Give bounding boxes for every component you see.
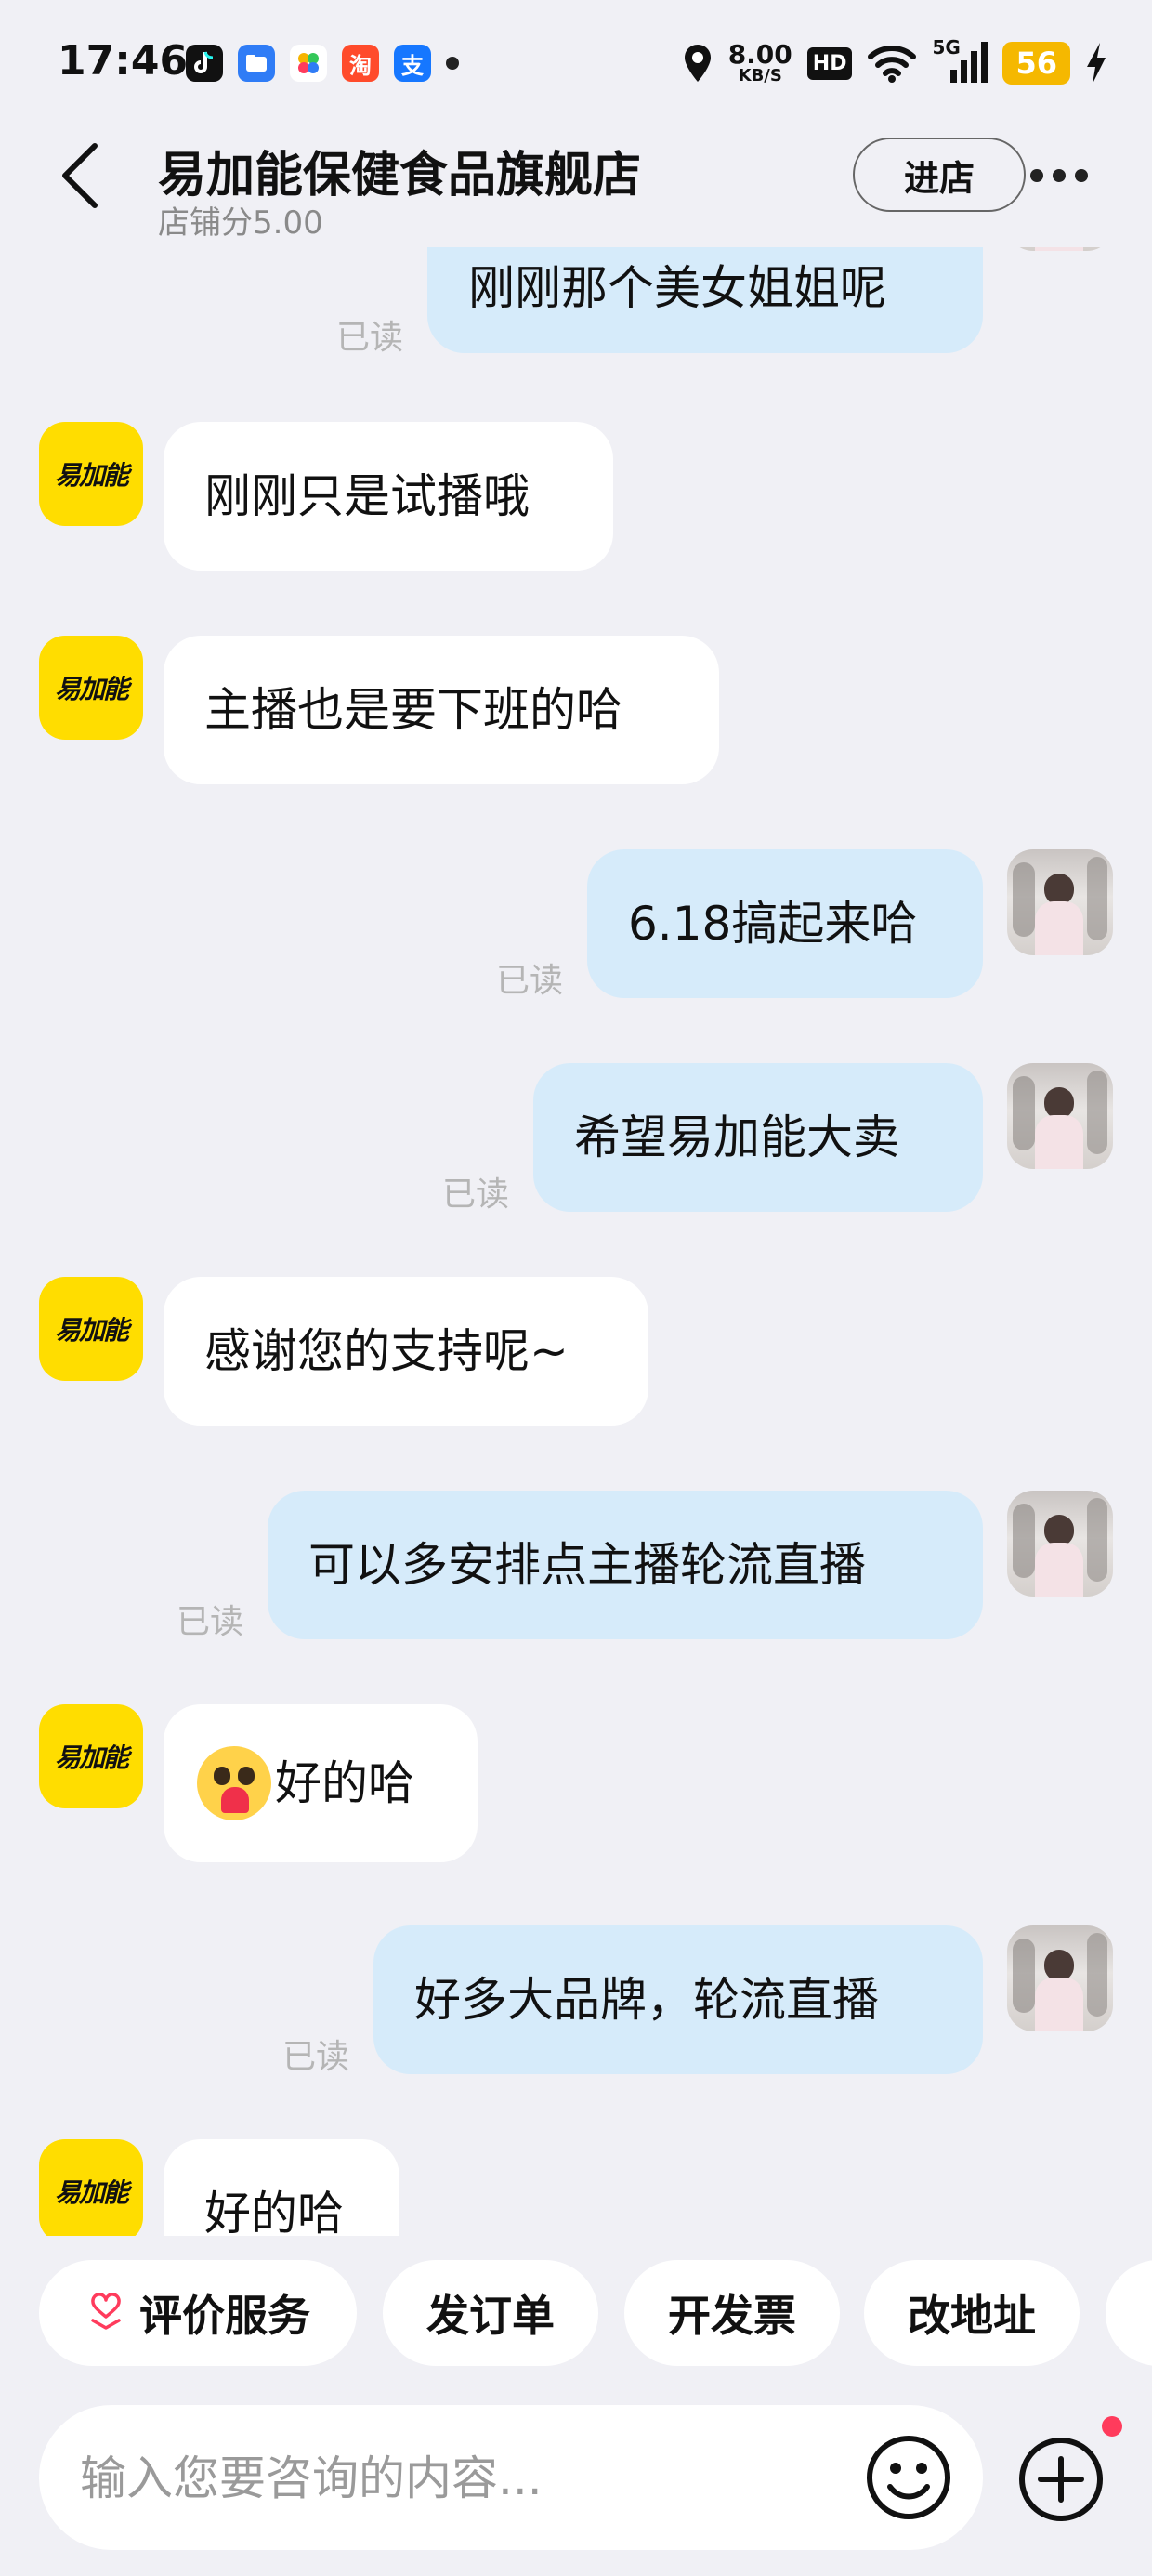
chat-message-list[interactable]: 刚刚那个美女姐姐呢 已读 易加能 刚刚只是试播哦 易加能 主播也是要下班的哈 6… bbox=[0, 247, 1152, 2236]
status-time: 17:46 bbox=[58, 37, 189, 85]
status-bar: 17:46 淘 支 8.00 KB/S HD 5G 56 bbox=[0, 0, 1152, 138]
message-text: 希望易加能大卖 bbox=[574, 1111, 899, 1164]
message-input-container bbox=[39, 2405, 983, 2552]
visit-store-button[interactable]: 进店 bbox=[853, 138, 1026, 212]
cellular-signal-icon: 5G bbox=[932, 36, 988, 85]
plus-circle-icon bbox=[1019, 2438, 1103, 2521]
message-text: 好多大品牌，轮流直播 bbox=[414, 1973, 879, 2027]
message-bubble-outgoing[interactable]: 希望易加能大卖 bbox=[533, 1063, 983, 1212]
more-features-button[interactable] bbox=[1016, 2435, 1106, 2524]
user-avatar[interactable] bbox=[1007, 1491, 1113, 1597]
tiktok-icon bbox=[186, 45, 223, 82]
send-order-button[interactable]: 发订单 bbox=[383, 2260, 598, 2366]
change-address-button[interactable]: 改地址 bbox=[864, 2260, 1080, 2366]
user-avatar[interactable] bbox=[1007, 849, 1113, 955]
more-notifications-dot bbox=[446, 57, 459, 70]
status-indicators: 8.00 KB/S HD 5G 56 bbox=[682, 36, 1107, 89]
chevron-left-icon bbox=[62, 143, 98, 208]
hd-badge: HD bbox=[806, 46, 853, 80]
shop-avatar[interactable]: 易加能 bbox=[39, 1277, 143, 1381]
shop-avatar[interactable]: 易加能 bbox=[39, 2139, 143, 2236]
message-text: 好的哈 bbox=[275, 1756, 414, 1810]
back-button[interactable] bbox=[59, 134, 115, 217]
notification-dot bbox=[1102, 2416, 1122, 2437]
rate-service-label: 评价服务 bbox=[139, 2291, 310, 2341]
more-options-button[interactable] bbox=[1022, 152, 1096, 199]
message-input[interactable] bbox=[78, 2405, 862, 2552]
user-avatar[interactable] bbox=[1007, 1925, 1113, 2031]
shop-avatar[interactable]: 易加能 bbox=[39, 422, 143, 526]
heart-eyes-emoji-icon bbox=[197, 1746, 271, 1820]
more-quick-action-button[interactable] bbox=[1106, 2260, 1152, 2366]
message-bubble-incoming[interactable]: 好的哈 bbox=[164, 1704, 478, 1862]
shop-name[interactable]: 易加能保健食品旗舰店 bbox=[158, 136, 641, 205]
quick-actions-bar[interactable]: 评价服务 发订单 开发票 改地址 bbox=[0, 2260, 1152, 2368]
message-text: 可以多安排点主播轮流直播 bbox=[308, 1538, 866, 1592]
invoice-button[interactable]: 开发票 bbox=[624, 2260, 840, 2366]
message-bubble-incoming[interactable]: 刚刚只是试播哦 bbox=[164, 422, 613, 571]
taobao-icon: 淘 bbox=[342, 45, 379, 82]
message-bubble-incoming[interactable]: 主播也是要下班的哈 bbox=[164, 636, 719, 784]
shop-avatar[interactable]: 易加能 bbox=[39, 1704, 143, 1808]
user-avatar[interactable] bbox=[1007, 247, 1113, 251]
message-bubble-outgoing[interactable]: 6.18搞起来哈 bbox=[587, 849, 983, 998]
chat-header: 易加能保健食品旗舰店 店铺分5.00 进店 bbox=[0, 130, 1152, 247]
shop-avatar[interactable]: 易加能 bbox=[39, 636, 143, 740]
charging-icon bbox=[1087, 43, 1106, 84]
message-text: 好的哈 bbox=[204, 2187, 344, 2236]
notification-app-icons: 淘 支 bbox=[186, 45, 459, 82]
wifi-icon bbox=[868, 46, 917, 83]
smiley-icon bbox=[867, 2436, 950, 2519]
heart-hand-icon bbox=[91, 2293, 121, 2330]
message-text: 6.18搞起来哈 bbox=[628, 897, 918, 951]
message-text: 感谢您的支持呢~ bbox=[204, 1324, 569, 1378]
alipay-icon: 支 bbox=[394, 45, 431, 82]
read-receipt: 已读 bbox=[336, 319, 404, 357]
message-bubble-outgoing[interactable]: 可以多安排点主播轮流直播 bbox=[268, 1491, 983, 1639]
message-text: 刚刚只是试播哦 bbox=[204, 469, 530, 523]
battery-level: 56 bbox=[1002, 42, 1070, 85]
read-receipt: 已读 bbox=[282, 2038, 350, 2076]
message-bubble-incoming[interactable]: 好的哈 bbox=[164, 2139, 399, 2236]
message-text: 主播也是要下班的哈 bbox=[204, 683, 622, 737]
user-avatar[interactable] bbox=[1007, 1063, 1113, 1169]
read-receipt: 已读 bbox=[496, 962, 564, 1000]
rate-service-button[interactable]: 评价服务 bbox=[39, 2260, 357, 2366]
message-bubble-outgoing[interactable]: 好多大品牌，轮流直播 bbox=[373, 1925, 983, 2074]
read-receipt: 已读 bbox=[177, 1603, 244, 1641]
more-dot-icon bbox=[1030, 169, 1043, 182]
message-bubble-incoming[interactable]: 感谢您的支持呢~ bbox=[164, 1277, 648, 1426]
read-receipt: 已读 bbox=[442, 1176, 510, 1214]
message-bubble-outgoing[interactable]: 刚刚那个美女姐姐呢 bbox=[427, 247, 983, 353]
net-speed: 8.00 KB/S bbox=[727, 39, 792, 85]
emoji-button[interactable] bbox=[864, 2433, 953, 2522]
more-dot-icon bbox=[1053, 169, 1066, 182]
photos-icon bbox=[290, 45, 327, 82]
location-icon bbox=[684, 45, 711, 82]
more-dot-icon bbox=[1075, 169, 1088, 182]
shop-score: 店铺分5.00 bbox=[158, 204, 323, 242]
message-text: 刚刚那个美女姐姐呢 bbox=[468, 261, 886, 315]
files-icon bbox=[238, 45, 275, 82]
